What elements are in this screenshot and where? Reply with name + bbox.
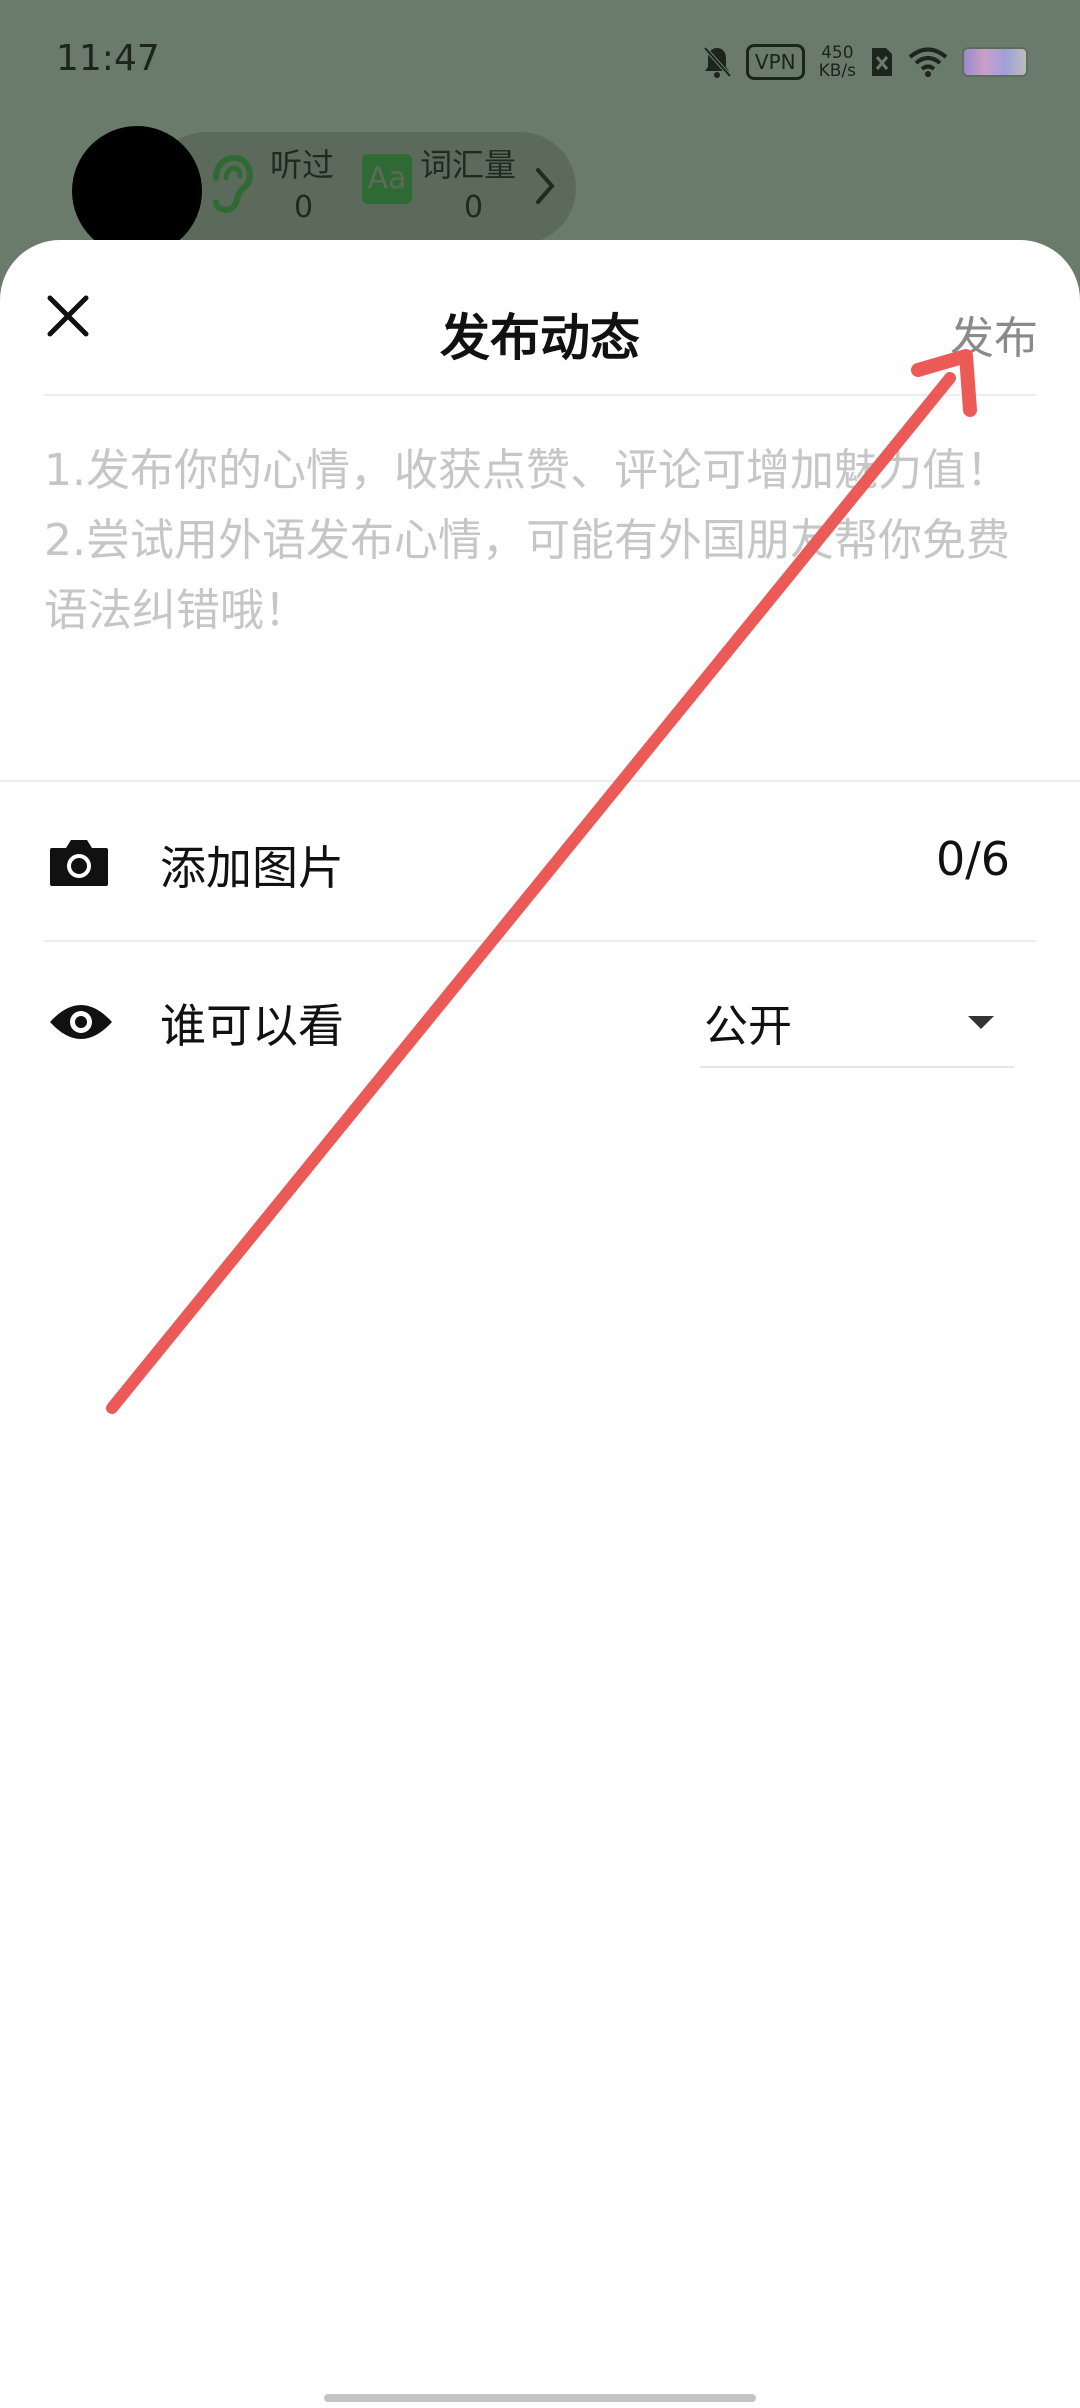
visibility-row: 谁可以看 公开	[0, 946, 1080, 1096]
divider	[44, 394, 1036, 396]
add-image-row[interactable]: 添加图片 0/6	[0, 788, 1080, 938]
stat-value: 0	[294, 190, 314, 225]
publish-button[interactable]: 发布	[950, 302, 1038, 366]
page-title: 发布动态	[440, 309, 640, 367]
visibility-dropdown[interactable]: 公开	[700, 974, 1014, 1068]
image-count: 0/6	[935, 832, 1010, 886]
sim-off-icon	[872, 48, 892, 76]
avatar[interactable]	[72, 126, 202, 256]
add-image-label: 添加图片	[160, 841, 344, 895]
speed-value: 450	[821, 43, 854, 63]
home-indicator[interactable]	[324, 2394, 756, 2402]
divider	[0, 780, 1080, 782]
status-bar: 11:47 VPN 450 KB/s	[0, 0, 1080, 120]
ear-icon	[213, 154, 254, 214]
bell-off-icon	[703, 46, 732, 78]
chevron-right-icon	[536, 168, 555, 204]
network-speed: 450 KB/s	[819, 44, 856, 80]
camera-icon	[50, 840, 108, 886]
screen: 11:47 VPN 450 KB/s 听过 0 Aa 词汇量 0 发布动态 发布…	[0, 0, 1080, 2408]
divider	[44, 940, 1036, 942]
vpn-icon: VPN	[745, 44, 805, 80]
visibility-value: 公开	[704, 1001, 792, 1052]
speed-unit: KB/s	[818, 61, 856, 81]
battery-icon	[962, 47, 1028, 77]
status-time: 11:47	[56, 38, 160, 79]
visibility-label: 谁可以看	[160, 999, 344, 1053]
caret-down-icon	[968, 1016, 994, 1029]
eye-icon	[50, 1005, 112, 1039]
wifi-icon	[908, 47, 948, 77]
profile-stats-pill[interactable]: 听过 0 Aa 词汇量 0	[150, 132, 576, 244]
sheet-header: 发布动态 发布	[0, 240, 1080, 396]
stat-value: 0	[464, 190, 484, 225]
post-content-input[interactable]	[44, 436, 1036, 746]
stat-label: 词汇量	[420, 146, 517, 184]
status-icons: VPN 450 KB/s	[702, 40, 1028, 84]
stat-label: 听过	[270, 146, 335, 184]
post-sheet: 发布动态 发布 添加图片 0/6 谁可以看 公开	[0, 240, 1080, 2408]
vocabulary-icon: Aa	[362, 154, 412, 204]
